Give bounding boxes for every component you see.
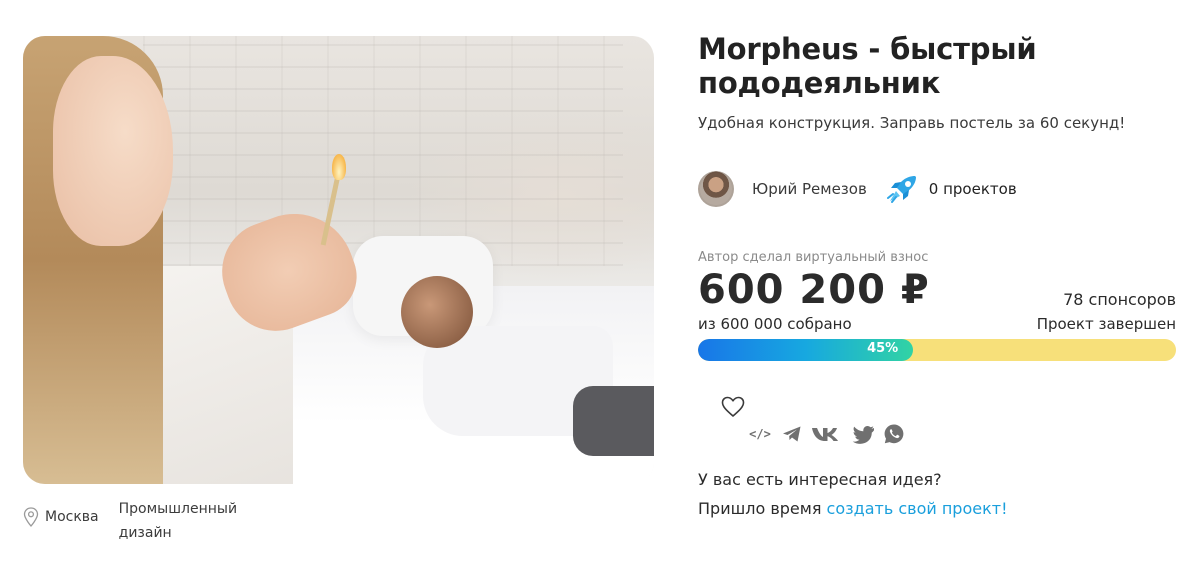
- man-head: [401, 276, 473, 348]
- category-link[interactable]: Промышленный дизайн: [119, 497, 249, 545]
- rocket-icon: [886, 176, 916, 203]
- location[interactable]: Москва: [23, 507, 99, 527]
- project-info: Morpheus - быстрый пододеяльник Удобная …: [698, 32, 1176, 361]
- goal-label: из 600 000 собрано: [698, 315, 852, 333]
- cta-question: У вас есть интересная идея?: [698, 470, 942, 489]
- project-title: Morpheus - быстрый пододеяльник: [698, 32, 1037, 100]
- progress-percent-label: 45%: [867, 341, 899, 356]
- avatar[interactable]: [698, 171, 734, 207]
- create-project-link[interactable]: создать свой проект!: [827, 499, 1008, 518]
- cta-prefix: Пришло время: [698, 499, 827, 518]
- funding-progress-bar: 45%: [698, 339, 1176, 361]
- project-status: Проект завершен: [1036, 315, 1176, 333]
- project-subtitle: Удобная конструкция. Заправь постель за …: [698, 114, 1126, 132]
- author-row: Юрий Ремезов 0 проектов: [698, 170, 1176, 208]
- brick-wall: [143, 36, 623, 266]
- location-label: Москва: [45, 509, 99, 525]
- heart-icon[interactable]: [721, 396, 745, 418]
- cta-line: Пришло время создать свой проект!: [698, 494, 1008, 523]
- collected-row: из 600 000 собрано Проект завершен: [698, 315, 1176, 333]
- woman-face: [53, 56, 173, 246]
- whatsapp-icon[interactable]: [883, 423, 905, 445]
- twitter-icon[interactable]: [851, 423, 875, 445]
- embed-code-icon[interactable]: </>: [747, 423, 773, 445]
- vk-icon[interactable]: [811, 423, 843, 445]
- sponsors-count: 78 спонсоров: [1063, 290, 1176, 309]
- man-legs: [573, 386, 654, 456]
- author-projects-count[interactable]: 0 проектов: [929, 180, 1017, 198]
- collected-amount: 600 200 ₽: [698, 267, 930, 313]
- map-pin-icon: [23, 507, 39, 527]
- share-bar: </>: [747, 423, 913, 445]
- telegram-icon[interactable]: [781, 423, 803, 445]
- amount-row: 600 200 ₽ 78 спонсоров: [698, 267, 1176, 313]
- flame: [332, 154, 346, 180]
- virtual-contribution-note: Автор сделал виртуальный взнос: [698, 250, 929, 265]
- create-project-cta: У вас есть интересная идея? Пришло время…: [698, 465, 1008, 523]
- author-name[interactable]: Юрий Ремезов: [752, 180, 867, 198]
- project-cover-image: [23, 36, 654, 484]
- project-meta: Москва Промышленный дизайн: [23, 497, 249, 545]
